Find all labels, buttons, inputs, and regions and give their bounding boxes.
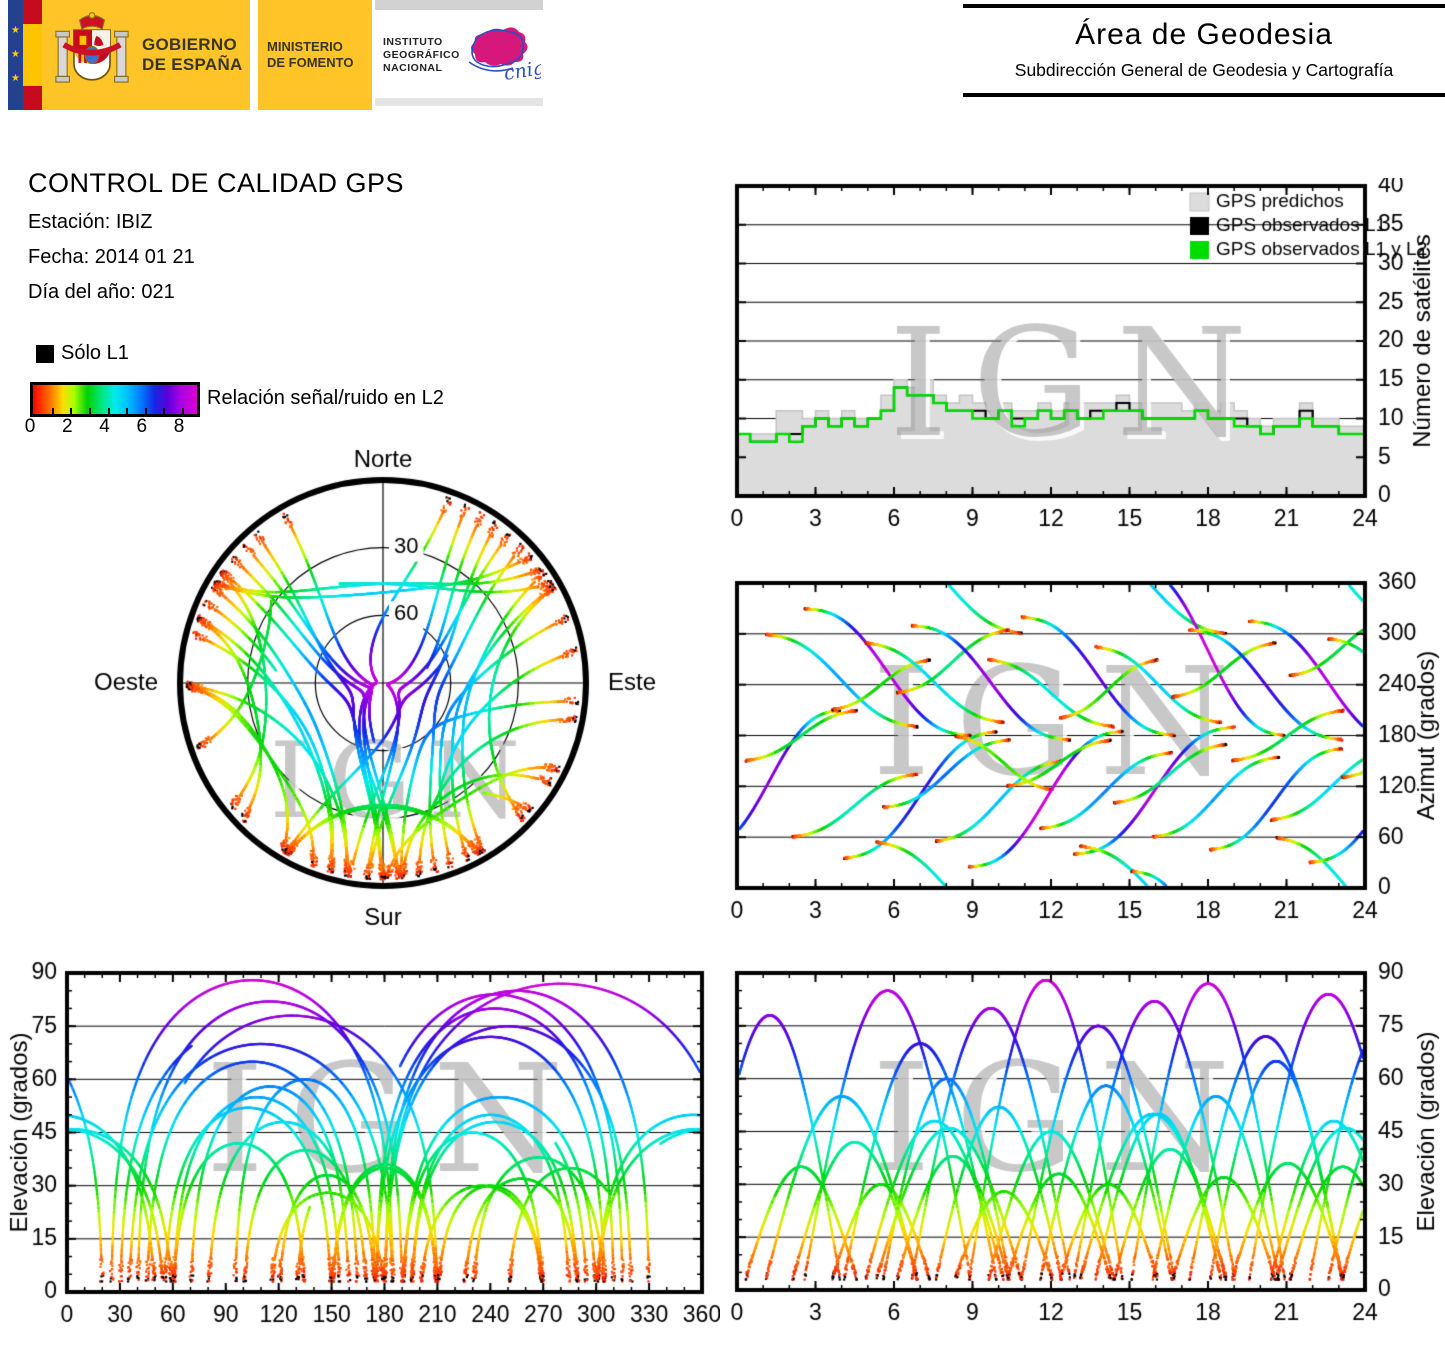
government-logo-band: ★ ★ ★ GOBIERNO DE ESPAÑA MINISTERIO DE F… <box>8 0 543 110</box>
azimuth-time-chart <box>700 550 1445 950</box>
ign-logo-box: INSTITUTO GEOGRÁFICO NACIONAL cnig <box>375 0 543 110</box>
ign-box-bottom-bar <box>375 98 543 106</box>
eu-star-icon: ★ <box>11 73 20 84</box>
report-info: CONTROL DE CALIDAD GPS Estación: IBIZ Fe… <box>28 168 404 304</box>
colorbar-tick-label: 2 <box>61 416 73 437</box>
skyplot-chart <box>55 440 715 940</box>
flag-red-band <box>23 0 42 25</box>
solo-l1-legend: Sólo L1 <box>36 342 129 365</box>
colorbar-tick <box>163 408 166 414</box>
report-title: CONTROL DE CALIDAD GPS <box>28 168 405 198</box>
colorbar-tick-label: 4 <box>99 416 110 437</box>
eu-star-icon: ★ <box>11 25 20 36</box>
ministerio-label: MINISTERIO DE FOMENTO <box>267 39 354 70</box>
snr-colorbar <box>30 382 200 417</box>
header-rule-top <box>963 4 1445 8</box>
area-title: Área de Geodesia <box>1075 18 1333 51</box>
eu-star-icon: ★ <box>11 49 20 60</box>
black-square-icon <box>36 344 54 363</box>
solo-l1-label: Sólo L1 <box>61 342 129 364</box>
spain-coat-of-arms <box>55 12 129 83</box>
elevation-time-chart <box>700 950 1445 1350</box>
colorbar-tick-label: 6 <box>136 416 148 437</box>
station-line: Estación: IBIZ <box>28 211 153 233</box>
colorbar-tick-label: 8 <box>173 416 185 437</box>
snr-colorbar-title: Relación señal/ruido en L2 <box>207 387 444 409</box>
gobierno-label: GOBIERNO DE ESPAÑA <box>142 35 243 74</box>
ign-box-top-bar <box>375 0 543 10</box>
gps-quality-report-page: ★ ★ ★ GOBIERNO DE ESPAÑA MINISTERIO DE F… <box>0 0 1445 1350</box>
colorbar-tick <box>88 408 91 414</box>
satellite-count-chart <box>700 178 1445 550</box>
elevation-azimuth-chart <box>0 950 720 1350</box>
instituto-label: INSTITUTO GEOGRÁFICO NACIONAL <box>383 36 460 74</box>
flag-red-band <box>23 85 42 110</box>
snr-colorbar-labels: 0 2 4 6 8 <box>25 416 210 438</box>
spain-flag-strip <box>23 0 42 110</box>
colorbar-tick-label: 0 <box>24 416 36 437</box>
ministerio-logo-box: MINISTERIO DE FOMENTO <box>258 0 372 110</box>
date-line: Fecha: 2014 01 21 <box>28 246 195 268</box>
header-rule-bottom <box>963 93 1445 97</box>
flag-yellow-band <box>23 24 42 86</box>
colorbar-tick <box>70 408 73 414</box>
area-subtitle: Subdirección General de Geodesia y Carto… <box>1014 60 1394 80</box>
cnig-logo: cnig <box>468 27 541 85</box>
gobierno-logo-box: GOBIERNO DE ESPAÑA <box>42 0 250 110</box>
colorbar-tick <box>51 408 54 414</box>
colorbar-tick <box>126 408 129 414</box>
eu-flag-strip: ★ ★ ★ <box>8 0 23 110</box>
colorbar-tick <box>107 408 110 414</box>
doy-line: Día del año: 021 <box>28 281 175 303</box>
colorbar-tick <box>144 408 147 414</box>
department-header: Área de Geodesia Subdirección General de… <box>963 4 1445 97</box>
colorbar-tick <box>182 408 185 414</box>
